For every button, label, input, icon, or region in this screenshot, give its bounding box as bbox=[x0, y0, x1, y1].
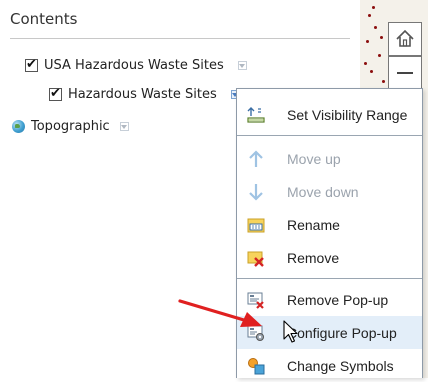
zoom-out-icon bbox=[397, 72, 413, 74]
contents-divider bbox=[10, 38, 350, 39]
layer-context-menu: Set Visibility Range Move up Move down R… bbox=[236, 88, 423, 378]
layer-options-dropdown[interactable] bbox=[119, 122, 129, 131]
layer-row-topographic[interactable]: Topographic bbox=[12, 119, 129, 134]
home-button[interactable] bbox=[388, 22, 422, 56]
zoom-out-button[interactable] bbox=[388, 56, 422, 90]
menu-separator bbox=[237, 135, 422, 136]
layer-label-topographic: Topographic bbox=[31, 119, 110, 134]
rename-icon bbox=[247, 216, 265, 234]
menu-item-change-symbols[interactable]: Change Symbols bbox=[237, 349, 422, 382]
map-point bbox=[364, 62, 367, 65]
map-point bbox=[382, 80, 385, 83]
layer-label-usa-hazardous-waste-sites: USA Hazardous Waste Sites bbox=[44, 58, 224, 73]
menu-item-move-down[interactable]: Move down bbox=[237, 175, 422, 208]
map-point bbox=[374, 26, 377, 29]
remove-popup-icon bbox=[247, 291, 265, 309]
menu-item-remove-popup[interactable]: Remove Pop-up bbox=[237, 283, 422, 316]
map-point bbox=[370, 70, 373, 73]
layer-row-hazardous-waste-sites[interactable]: Hazardous Waste Sites bbox=[49, 86, 240, 102]
globe-icon bbox=[12, 120, 25, 133]
chevron-down-icon bbox=[239, 63, 246, 68]
chevron-down-icon bbox=[121, 124, 128, 129]
menu-item-move-up[interactable]: Move up bbox=[237, 142, 422, 175]
configure-popup-icon bbox=[247, 324, 265, 342]
menu-separator bbox=[237, 278, 422, 279]
map-point bbox=[372, 6, 375, 9]
map-point bbox=[380, 36, 383, 39]
layer-checkbox-hazardous-waste-sites[interactable] bbox=[49, 86, 62, 101]
menu-item-rename[interactable]: Rename bbox=[237, 208, 422, 241]
layer-checkbox-usa-hazardous-waste-sites[interactable] bbox=[25, 57, 38, 72]
arrow-down-icon bbox=[247, 183, 265, 201]
home-icon bbox=[396, 29, 414, 47]
remove-icon bbox=[247, 249, 265, 267]
visibility-range-icon bbox=[247, 106, 265, 124]
contents-title: Contents bbox=[10, 10, 78, 28]
map-point bbox=[368, 14, 371, 17]
mouse-pointer-icon bbox=[283, 320, 298, 343]
map-point bbox=[366, 40, 369, 43]
arrow-up-icon bbox=[247, 149, 265, 168]
layer-row-usa-hazardous-waste-sites[interactable]: USA Hazardous Waste Sites bbox=[25, 57, 247, 73]
menu-item-remove[interactable]: Remove bbox=[237, 241, 422, 274]
menu-item-configure-popup[interactable]: Configure Pop-up bbox=[237, 316, 422, 349]
layer-label-hazardous-waste-sites: Hazardous Waste Sites bbox=[68, 87, 217, 102]
map-point bbox=[378, 54, 381, 57]
layer-options-dropdown[interactable] bbox=[237, 61, 247, 70]
change-symbols-icon bbox=[247, 357, 265, 375]
menu-item-set-visibility-range[interactable]: Set Visibility Range bbox=[237, 98, 422, 131]
